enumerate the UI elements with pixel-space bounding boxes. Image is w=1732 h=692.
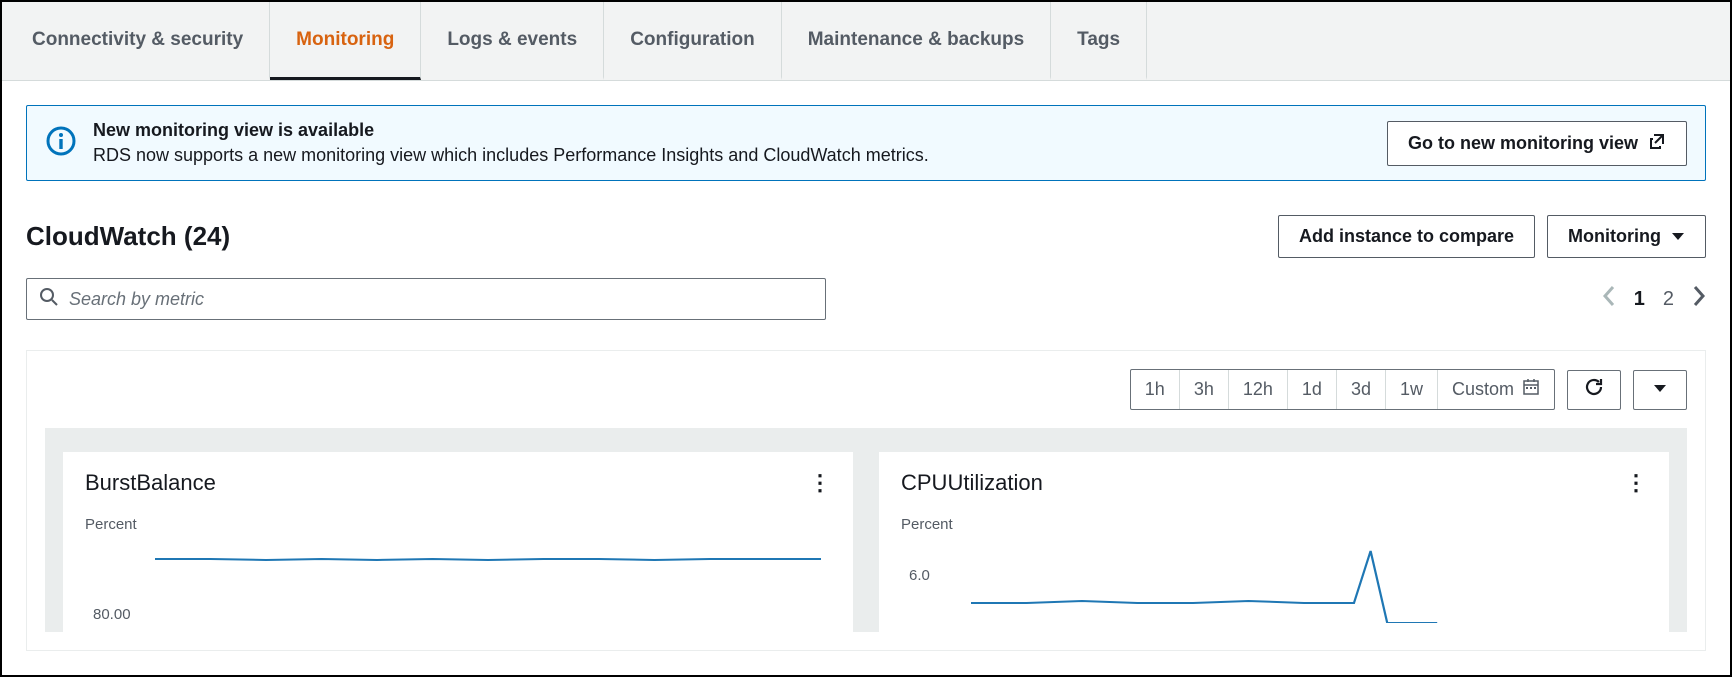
page-prev-icon[interactable]	[1602, 285, 1616, 313]
monitoring-dropdown-label: Monitoring	[1568, 226, 1661, 247]
tabs-bar: Connectivity & security Monitoring Logs …	[2, 2, 1730, 81]
range-custom-label: Custom	[1452, 379, 1514, 400]
refresh-button[interactable]	[1567, 370, 1621, 410]
chart-panel: 1h 3h 12h 1d 3d 1w Custom	[26, 350, 1706, 651]
range-1h[interactable]: 1h	[1131, 370, 1180, 409]
range-3h[interactable]: 3h	[1180, 370, 1229, 409]
pagination: 1 2	[1602, 285, 1706, 313]
chart-y-label: Percent	[85, 516, 831, 533]
chart-line	[971, 543, 1637, 623]
tab-monitoring[interactable]: Monitoring	[270, 2, 421, 80]
tab-configuration[interactable]: Configuration	[604, 2, 782, 80]
chart-menu-button[interactable]: ⋮	[809, 470, 831, 496]
chart-y-tick: 6.0	[909, 567, 930, 584]
range-12h[interactable]: 12h	[1229, 370, 1288, 409]
section-title: CloudWatch (24)	[26, 221, 230, 252]
page-2[interactable]: 2	[1663, 288, 1674, 311]
tab-connectivity-security[interactable]: Connectivity & security	[6, 2, 270, 80]
info-icon	[45, 125, 77, 162]
go-to-new-monitoring-button[interactable]: Go to new monitoring view	[1387, 121, 1687, 166]
range-custom[interactable]: Custom	[1438, 370, 1554, 409]
search-box[interactable]	[26, 278, 826, 320]
chart-title: CPUUtilization	[901, 470, 1043, 496]
chart-settings-button[interactable]	[1633, 370, 1687, 410]
calendar-icon	[1522, 378, 1540, 401]
range-1d[interactable]: 1d	[1288, 370, 1337, 409]
time-range-group: 1h 3h 12h 1d 3d 1w Custom	[1130, 369, 1555, 410]
chart-card-burstbalance: BurstBalance ⋮ Percent 80.00	[63, 452, 853, 632]
page-next-icon[interactable]	[1692, 285, 1706, 313]
search-input[interactable]	[69, 289, 813, 310]
banner-button-label: Go to new monitoring view	[1408, 133, 1638, 154]
external-link-icon	[1648, 132, 1666, 155]
range-1w[interactable]: 1w	[1386, 370, 1438, 409]
caret-down-icon	[1671, 226, 1685, 247]
page-1[interactable]: 1	[1634, 288, 1645, 311]
chart-line	[155, 543, 821, 623]
chart-y-label: Percent	[901, 516, 1647, 533]
chart-y-tick: 80.00	[93, 606, 131, 623]
banner-description: RDS now supports a new monitoring view w…	[93, 145, 1387, 166]
monitoring-dropdown-button[interactable]: Monitoring	[1547, 215, 1706, 258]
add-instance-compare-label: Add instance to compare	[1299, 226, 1514, 247]
search-icon	[39, 287, 59, 312]
range-3d[interactable]: 3d	[1337, 370, 1386, 409]
info-banner: New monitoring view is available RDS now…	[26, 105, 1706, 181]
kebab-icon: ⋮	[1625, 470, 1647, 495]
refresh-icon	[1583, 376, 1605, 403]
banner-title: New monitoring view is available	[93, 120, 1387, 141]
chart-card-cpuutilization: CPUUtilization ⋮ Percent 6.0	[879, 452, 1669, 632]
tab-logs-events[interactable]: Logs & events	[421, 2, 604, 80]
caret-down-icon	[1653, 381, 1667, 399]
tab-tags[interactable]: Tags	[1051, 2, 1147, 80]
kebab-icon: ⋮	[809, 470, 831, 495]
tab-maintenance-backups[interactable]: Maintenance & backups	[782, 2, 1051, 80]
chart-menu-button[interactable]: ⋮	[1625, 470, 1647, 496]
add-instance-compare-button[interactable]: Add instance to compare	[1278, 215, 1535, 258]
chart-title: BurstBalance	[85, 470, 216, 496]
